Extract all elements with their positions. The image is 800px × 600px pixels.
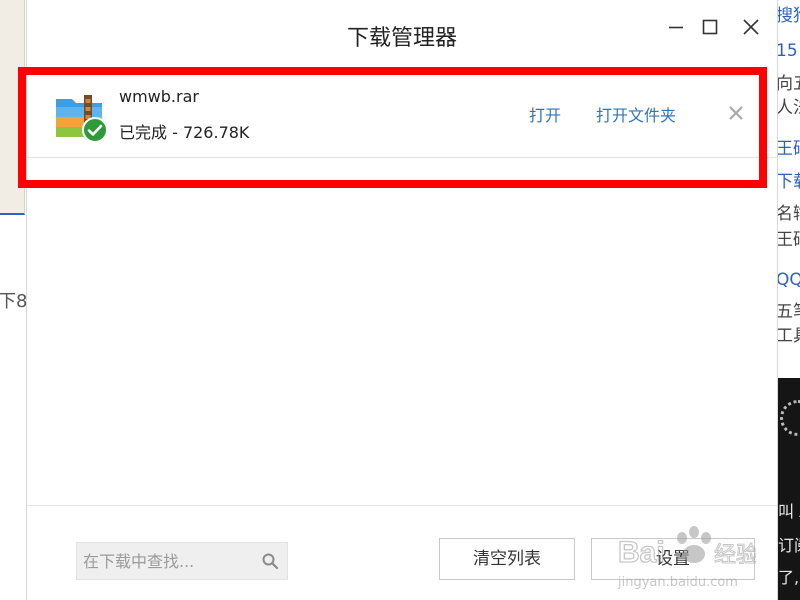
background-text-fragment: 人法 bbox=[776, 98, 800, 118]
background-link-fragment[interactable]: 搜狗 bbox=[776, 6, 800, 26]
background-photo: 叫 A 订阅 了, bbox=[776, 378, 800, 600]
download-item: wmwb.rar 已完成 - 726.78K 打开 打开文件夹 bbox=[27, 73, 777, 158]
search-icon[interactable] bbox=[261, 552, 279, 570]
background-photo-text: 订阅 bbox=[778, 536, 800, 555]
background-link-fragment[interactable]: 15 bbox=[776, 41, 798, 61]
dialog-footer: 清空列表 设置 bbox=[27, 505, 777, 600]
background-link-fragment[interactable]: QQ bbox=[776, 270, 800, 290]
remove-x-icon[interactable] bbox=[727, 104, 745, 122]
clear-list-button[interactable]: 清空列表 bbox=[439, 538, 575, 580]
background-text-fragment: 名输 bbox=[776, 204, 800, 224]
background-text-fragment: 五笔 bbox=[776, 302, 800, 322]
background-photo-text: 了, bbox=[778, 568, 800, 587]
search-box[interactable] bbox=[76, 542, 288, 580]
open-folder-link[interactable]: 打开文件夹 bbox=[596, 102, 676, 126]
search-input[interactable] bbox=[83, 543, 253, 579]
background-text-fragment: 工具 bbox=[776, 326, 800, 346]
screen: 下8 搜狗 15 向五 人法 王码 下载 名输 王码 QQ 五笔 工具 叫 A … bbox=[0, 0, 800, 600]
background-photo-text: 叫 A bbox=[778, 502, 800, 521]
maximize-icon[interactable] bbox=[697, 14, 723, 40]
background-text-fragment: 向五 bbox=[776, 74, 800, 94]
background-page-left: 下8 bbox=[0, 0, 28, 600]
background-text-fragment: 王码 bbox=[776, 230, 800, 250]
background-logo-ring bbox=[780, 400, 800, 436]
background-link-fragment[interactable]: 下载 bbox=[776, 172, 800, 192]
download-manager-dialog: 下载管理器 wmwb.rar 已完成 - 726.78K 打开 打开文件夹 在下… bbox=[26, 0, 778, 600]
settings-button[interactable]: 设置 bbox=[591, 538, 755, 580]
archive-file-icon bbox=[54, 91, 108, 143]
background-panel bbox=[0, 0, 25, 215]
background-text-fragment: 下8 bbox=[0, 291, 28, 312]
check-circle-icon bbox=[82, 117, 108, 143]
download-status: 已完成 - 726.78K bbox=[119, 123, 250, 142]
background-page-right: 搜狗 15 向五 人法 王码 下载 名输 王码 QQ 五笔 工具 叫 A 订阅 … bbox=[776, 0, 800, 600]
file-name: wmwb.rar bbox=[119, 87, 199, 106]
minimize-icon[interactable] bbox=[663, 14, 689, 40]
open-file-link[interactable]: 打开 bbox=[529, 102, 561, 126]
close-icon[interactable] bbox=[738, 14, 764, 40]
background-link-fragment[interactable]: 王码 bbox=[776, 139, 800, 159]
